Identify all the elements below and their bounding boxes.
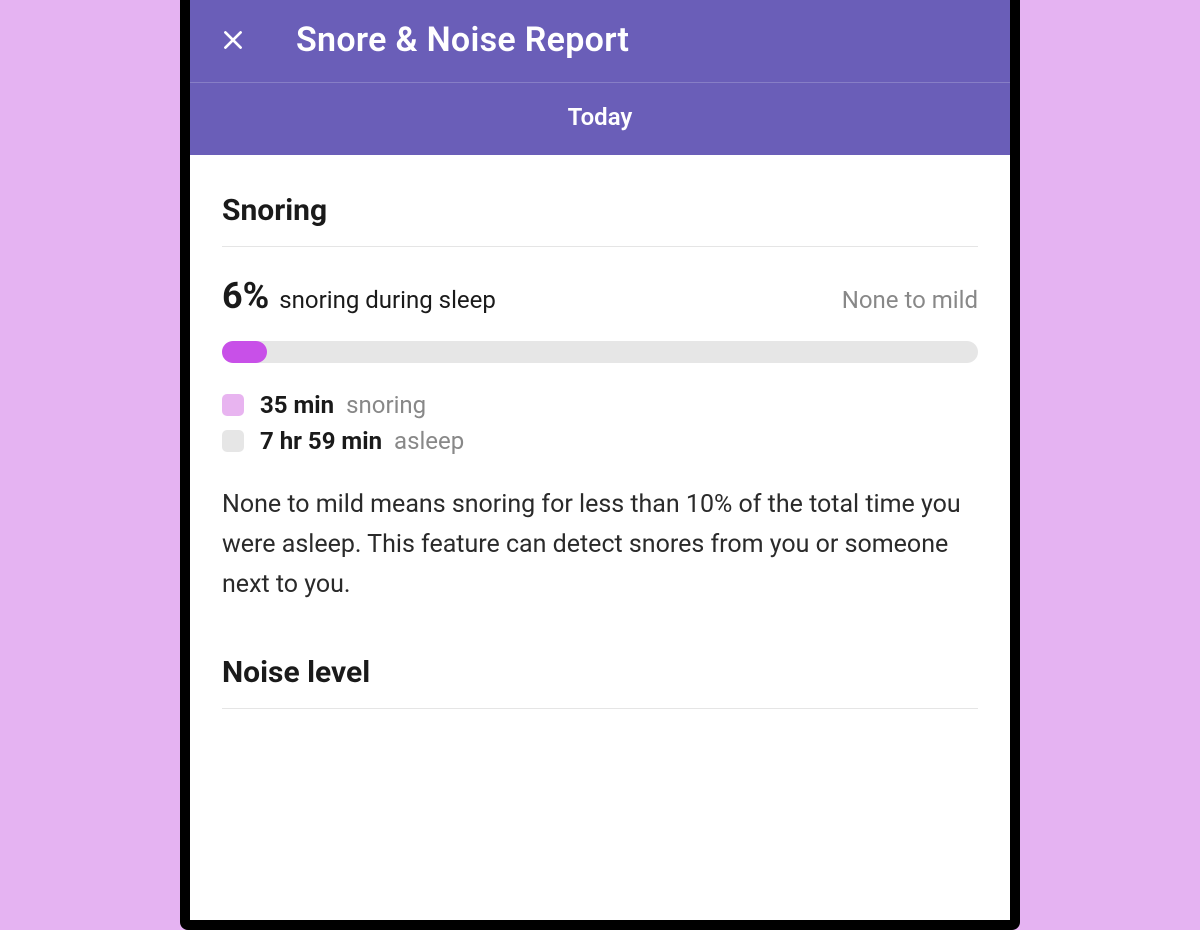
snoring-section-title: Snoring — [222, 193, 978, 247]
snoring-description: None to mild means snoring for less than… — [222, 485, 978, 605]
date-selector[interactable]: Today — [190, 83, 1010, 155]
snoring-stat-row: 6% snoring during sleep None to mild — [222, 275, 978, 317]
page-title: Snore & Noise Report — [296, 20, 629, 60]
screen: Snore & Noise Report Today Snoring 6% sn… — [190, 0, 1010, 920]
legend-snoring-value: 35 min — [260, 391, 334, 419]
snoring-progress-bar — [222, 341, 978, 363]
legend-row-asleep: 7 hr 59 min asleep — [222, 427, 978, 455]
snoring-percent-label: snoring during sleep — [279, 286, 496, 314]
close-button[interactable] — [218, 25, 248, 55]
snoring-stat-left: 6% snoring during sleep — [222, 275, 496, 317]
app-header: Snore & Noise Report Today — [190, 0, 1010, 155]
legend-asleep-label: asleep — [394, 427, 464, 455]
legend-swatch-snoring — [222, 394, 244, 416]
legend-row-snoring: 35 min snoring — [222, 391, 978, 419]
close-icon — [220, 27, 246, 53]
snoring-progress-fill — [222, 341, 267, 363]
snoring-percent: 6% — [222, 275, 269, 317]
snoring-severity: None to mild — [842, 286, 978, 314]
noise-section-title: Noise level — [222, 655, 978, 709]
legend-snoring-label: snoring — [346, 391, 426, 419]
legend-swatch-asleep — [222, 430, 244, 452]
header-top-bar: Snore & Noise Report — [190, 0, 1010, 83]
legend-asleep-value: 7 hr 59 min — [260, 427, 382, 455]
phone-frame: Snore & Noise Report Today Snoring 6% sn… — [180, 0, 1020, 930]
content-area: Snoring 6% snoring during sleep None to … — [190, 155, 1010, 920]
